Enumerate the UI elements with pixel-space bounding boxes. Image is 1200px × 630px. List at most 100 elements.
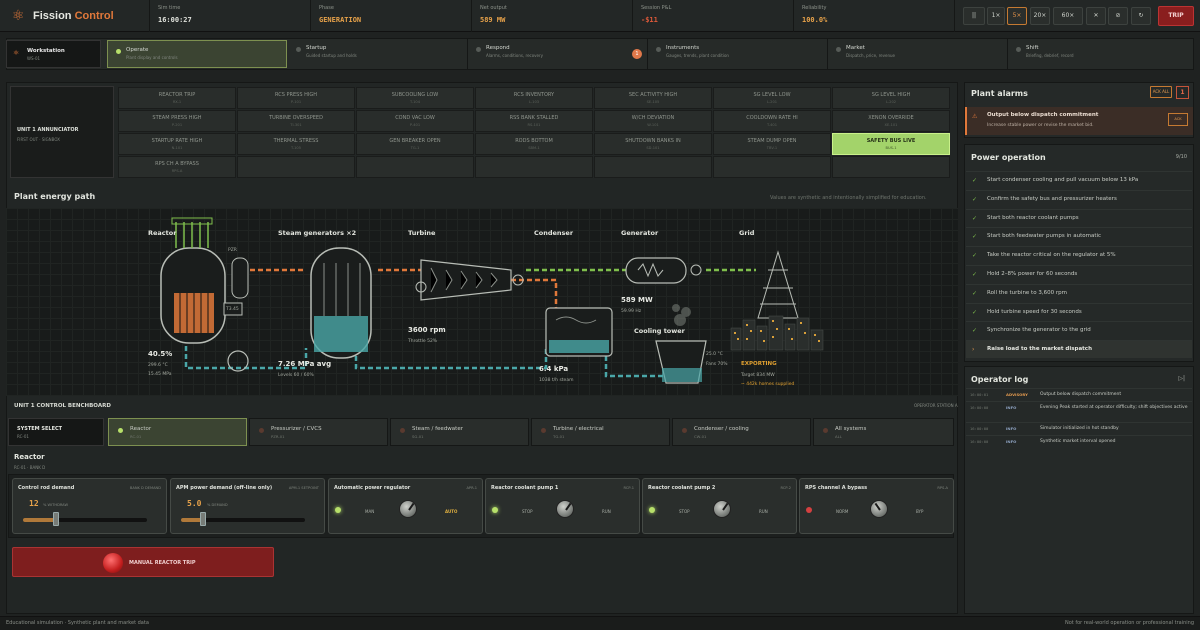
brand: ⚛ Fission Control: [0, 0, 150, 32]
rps-bypass-knob[interactable]: [870, 500, 888, 518]
reactor-coolant-pump-2: Reactor coolant pump 2 RCP-2 STOP RUN: [642, 478, 797, 534]
energy-path-title: Plant energy path: [14, 192, 96, 201]
annunciator-label: UNIT 1 ANNUNCIATOR FIRST OUT · SIGNBOX: [10, 86, 114, 178]
rcp1-knob[interactable]: [556, 500, 574, 518]
tab-status-dot: [296, 47, 301, 52]
check-icon: ✓: [972, 271, 978, 278]
annunciator-tile: THERMAL STRESS T-105: [237, 133, 355, 155]
rps-channel-a-bypass: RPS channel A bypass RPS-A NORM BYP: [799, 478, 954, 534]
procedure-step: ✓ Roll the turbine to 3,600 rpm: [966, 283, 1192, 302]
tab-status-dot: [656, 47, 661, 52]
system-tab-all[interactable]: All systems ALL: [813, 418, 954, 446]
workstation-icon: ⚛: [13, 49, 20, 57]
pause-button[interactable]: ||: [963, 7, 985, 25]
system-tab-reactor[interactable]: Reactor RC-01: [108, 418, 247, 446]
annunciator-tile: STEAM PRESS HIGH P-201: [118, 110, 236, 132]
annunciator-tile: SG LEVEL LOW L-201: [713, 87, 831, 109]
speed-5x-button[interactable]: 5×: [1007, 7, 1027, 25]
tab-operate[interactable]: Operate Plant display and controls: [107, 40, 287, 68]
system-status-dot: [823, 428, 828, 433]
rcp2-knob[interactable]: [713, 500, 731, 518]
workstation-label: ⚛ Workstation WS-01: [6, 40, 101, 68]
annunciator-tile: COND VAC LOW P-401: [356, 110, 474, 132]
annunciator-tile-empty: [713, 156, 831, 178]
annunciator-tile: COOLDOWN RATE HI T-401: [713, 110, 831, 132]
generator-mw: 589 MW: [621, 296, 653, 304]
speed-60x-button[interactable]: 60×: [1053, 7, 1083, 25]
system-status-dot: [400, 428, 405, 433]
system-tab-condenser[interactable]: Condenser / cooling CW-01: [672, 418, 811, 446]
status-led: [492, 507, 498, 513]
stat-sim-time: Sim time 16:00:27: [150, 0, 311, 32]
generator-hz: 59.99 Hz: [621, 309, 642, 314]
procedure-step: ✓ Start condenser cooling and pull vacuum…: [966, 171, 1192, 189]
manual-reactor-trip-button[interactable]: MANUAL REACTOR TRIP: [12, 547, 274, 577]
tab-market[interactable]: Market Dispatch, price, revenue: [828, 39, 1008, 69]
tab-status-dot: [836, 47, 841, 52]
reactor-pressure: 15.45 MPa: [148, 372, 172, 377]
annunciator-tile: W/CH DEVIATION W-101: [594, 110, 712, 132]
tab-shift[interactable]: Shift Briefing, debrief, record: [1008, 39, 1193, 69]
sg-levels: Levels 60 / 60%: [278, 373, 314, 378]
annunciator-tile: RCS PRESS HIGH P-101: [237, 87, 355, 109]
reactor-temp: 299.6 °C: [148, 363, 168, 368]
annunciator-tile-empty: [356, 156, 474, 178]
tavg-label: T3.45: [226, 307, 239, 312]
annunciator-tile: SG LEVEL HIGH L-202: [832, 87, 950, 109]
system-tab-pressurizer[interactable]: Pressurizer / CVCS PZR-01: [249, 418, 388, 446]
tab-status-dot: [476, 47, 481, 52]
speed-20x-button[interactable]: 20×: [1030, 7, 1050, 25]
reactor-section-sub: RC-01 · BANK D: [14, 465, 46, 470]
check-icon: ✓: [972, 289, 978, 297]
mute-icon[interactable]: ✕: [1086, 7, 1106, 25]
reactor-label: Reactor: [148, 229, 177, 237]
annunciator-tile: SHUTDOWN BANKS IN SD-101: [594, 133, 712, 155]
tab-instruments[interactable]: Instruments Gauges, trends, plant conditi…: [648, 39, 828, 69]
energy-path-diagram: Reactor PZR T3.45 40.5% 299.6 °C 15.45 M…: [6, 208, 958, 396]
trip-button-icon: [103, 553, 123, 573]
annunciator-tile: STARTUP RATE HIGH N-101: [118, 133, 236, 155]
ack-all-button[interactable]: ACK ALL: [1150, 86, 1172, 98]
benchboard-title: UNIT 1 CONTROL BENCHBOARD: [14, 403, 111, 409]
app-title: Fission Control: [33, 10, 114, 22]
annunciator-tile: RODS BOTTOM SBM-1: [475, 133, 593, 155]
sg-label: Steam generators ×2: [278, 229, 357, 237]
system-tab-steam[interactable]: Steam / feedwater SG-01: [390, 418, 529, 446]
tab-respond[interactable]: Respond Alarms, conditions, recovery 1: [468, 39, 648, 69]
tab-startup[interactable]: Startup Guided startup and holds: [288, 39, 468, 69]
reactor-section-title: Reactor: [14, 453, 45, 461]
hide-effects-icon[interactable]: ⊘: [1108, 7, 1128, 25]
apr-mode-knob[interactable]: [399, 500, 417, 518]
annunciator-tile: SAFETY BUS LIVE BUS-1: [832, 133, 950, 155]
atom-icon: ⚛: [12, 8, 25, 24]
apm-demand-slider[interactable]: [200, 512, 206, 526]
control-rod-demand: Control rod demand BANK D DEMAND 12% WITH…: [12, 478, 167, 534]
procedure-step: › Raise load to the market dispatch: [966, 340, 1192, 359]
speed-1x-button[interactable]: 1×: [987, 7, 1005, 25]
check-icon: ✓: [972, 195, 978, 203]
condenser-label: Condenser: [534, 229, 574, 237]
ack-alarm-button[interactable]: ACK: [1168, 113, 1188, 126]
sg-pressure: 7.26 MPa avg: [278, 360, 332, 368]
annunciator-tile: RCS INVENTORY L-103: [475, 87, 593, 109]
trip-button[interactable]: TRIP: [1158, 6, 1194, 26]
reactor-coolant-pump-1: Reactor coolant pump 1 RCP-1 STOP RUN: [485, 478, 640, 534]
log-row: 16:00:00 INFO Evening Peak started at oper…: [966, 401, 1192, 422]
system-status-dot: [118, 428, 123, 433]
system-tab-turbine[interactable]: Turbine / electrical TG-01: [531, 418, 670, 446]
operator-station: OPERATOR STATION A: [914, 403, 958, 408]
log-follow-icon[interactable]: ▷|: [1178, 375, 1185, 382]
rod-demand-slider[interactable]: [52, 512, 59, 526]
chevron-right-icon: ›: [972, 346, 975, 354]
warning-icon: ⚠: [972, 113, 978, 120]
check-icon: ✓: [972, 252, 978, 260]
annunciator-tile-empty: [237, 156, 355, 178]
condenser-vacuum: 6.4 kPa: [539, 365, 569, 373]
reset-icon[interactable]: ↻: [1131, 7, 1151, 25]
alarm-count: 1: [1176, 86, 1189, 99]
procedure-step: ✓ Confirm the safety bus and pressurizer …: [966, 189, 1192, 208]
turbine-label: Turbine: [408, 229, 436, 237]
tab-status-dot: [116, 49, 121, 54]
stat-net-output: Net output 589 MW: [472, 0, 633, 32]
annunciator-tile-empty: [832, 156, 950, 178]
